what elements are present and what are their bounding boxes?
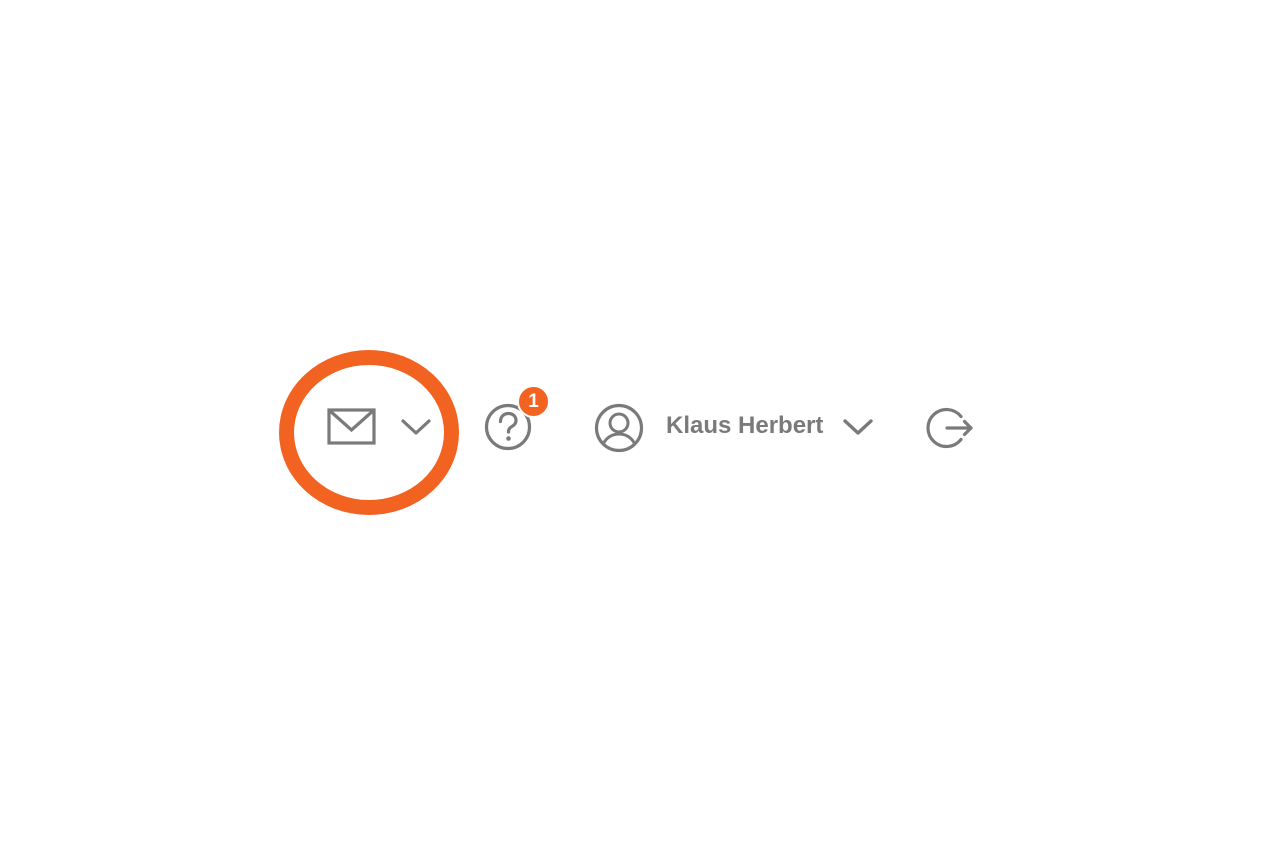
user-avatar[interactable] bbox=[592, 401, 646, 455]
header-toolbar: 1 Klaus Herbert bbox=[0, 0, 1280, 854]
user-dropdown-button[interactable] bbox=[840, 412, 876, 442]
logout-icon bbox=[926, 407, 973, 449]
user-name[interactable]: Klaus Herbert bbox=[666, 410, 823, 442]
help-notification-badge: 1 bbox=[517, 385, 550, 418]
user-circle-icon bbox=[594, 403, 644, 453]
mail-button[interactable] bbox=[324, 405, 380, 449]
chevron-down-icon bbox=[843, 419, 873, 435]
envelope-icon bbox=[327, 408, 376, 445]
mail-dropdown-button[interactable] bbox=[399, 412, 433, 442]
chevron-down-icon bbox=[401, 419, 431, 435]
logout-button[interactable] bbox=[925, 402, 979, 454]
